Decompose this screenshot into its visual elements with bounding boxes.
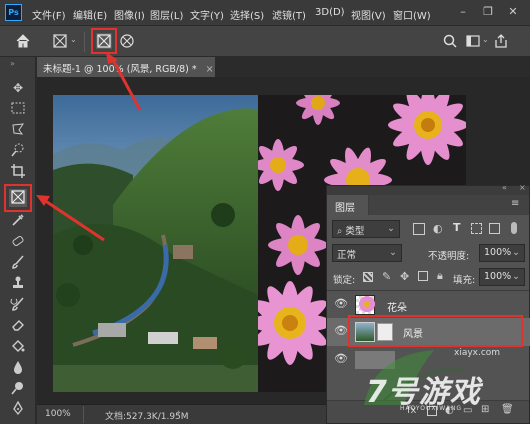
layer-name[interactable]: 花朵 [387,299,407,314]
chevron-right-icon[interactable]: › [177,408,181,418]
fill-value: 100% [484,271,512,282]
smart-object-filter-icon[interactable] [489,223,500,234]
blend-mode-select[interactable]: 正常 ⌄ [332,244,402,262]
layer-style-icon[interactable]: fx [407,405,416,416]
fill-input[interactable]: 100% ⌄ [479,268,525,286]
blend-mode-value: 正常 [337,250,357,261]
new-group-icon[interactable]: ▭ [463,405,472,416]
opacity-input[interactable]: 100% ⌄ [479,244,525,262]
panel-header-strip: « × [327,183,529,195]
divider [327,290,529,291]
visibility-eye-icon[interactable]: 👁︎ [334,352,348,365]
filter-toggle-icon[interactable] [511,222,517,234]
chevron-down-icon: ⌄ [512,247,520,258]
opacity-label: 不透明度: [428,251,470,262]
kind-filter-value: 类型 [345,226,365,237]
shape-filter-icon[interactable] [471,223,482,234]
layer-thumbnail [355,351,395,369]
layers-tab-label: 图层 [335,203,355,214]
tab-strip: ≡ [369,195,529,215]
adjustment-filter-icon[interactable]: ◐ [433,222,443,235]
chevron-down-icon: ⌄ [512,271,520,282]
flower-thumbnail [355,295,375,315]
layers-panel: « × 图层 ≡ ⌕ 类型 ⌄ ◐ T 正常 ⌄ 不透明度: 100% ⌄ 锁定… [326,183,530,424]
adjustment-layer-icon[interactable]: ◐ [445,405,454,416]
type-filter-icon[interactable]: T [453,221,461,234]
close-panel-icon[interactable]: × [519,183,526,192]
collapse-icon[interactable]: « [502,183,507,192]
layer-kind-filter[interactable]: ⌕ 类型 ⌄ [332,220,400,238]
lock-transparency-icon[interactable] [363,272,373,282]
opacity-value: 100% [484,247,512,258]
fill-label: 填充: [453,275,476,286]
divider [83,406,84,423]
delete-layer-icon[interactable]: 🗑︎ [501,404,514,415]
tab-layers[interactable]: 图层 [327,195,369,215]
lock-position-icon[interactable]: ✥ [400,270,409,283]
add-mask-icon[interactable] [427,406,437,416]
layers-panel-footer: fx ◐ ▭ ⊞ 🗑︎ [327,400,529,423]
chevron-down-icon: ⌄ [389,247,397,258]
panel-menu-icon[interactable]: ≡ [511,198,519,209]
lock-pixels-icon[interactable]: ✎ [382,270,391,283]
lock-artboard-icon[interactable] [418,271,428,281]
new-layer-icon[interactable]: ⊞ [481,404,489,415]
selected-layer-highlight [348,315,523,347]
lock-label: 锁定: [333,275,356,286]
zoom-level[interactable]: 100% [45,409,71,419]
visibility-eye-icon[interactable]: 👁︎ [334,297,348,310]
document-info: 文档:527.3K/1.95M [105,412,189,422]
visibility-eye-icon[interactable]: 👁︎ [334,324,348,337]
pixel-filter-icon[interactable] [413,223,425,235]
layer-row[interactable]: 👁︎ [327,347,530,373]
lock-all-icon[interactable]: 🔒︎ [437,269,443,283]
chevron-down-icon: ⌄ [387,223,395,234]
